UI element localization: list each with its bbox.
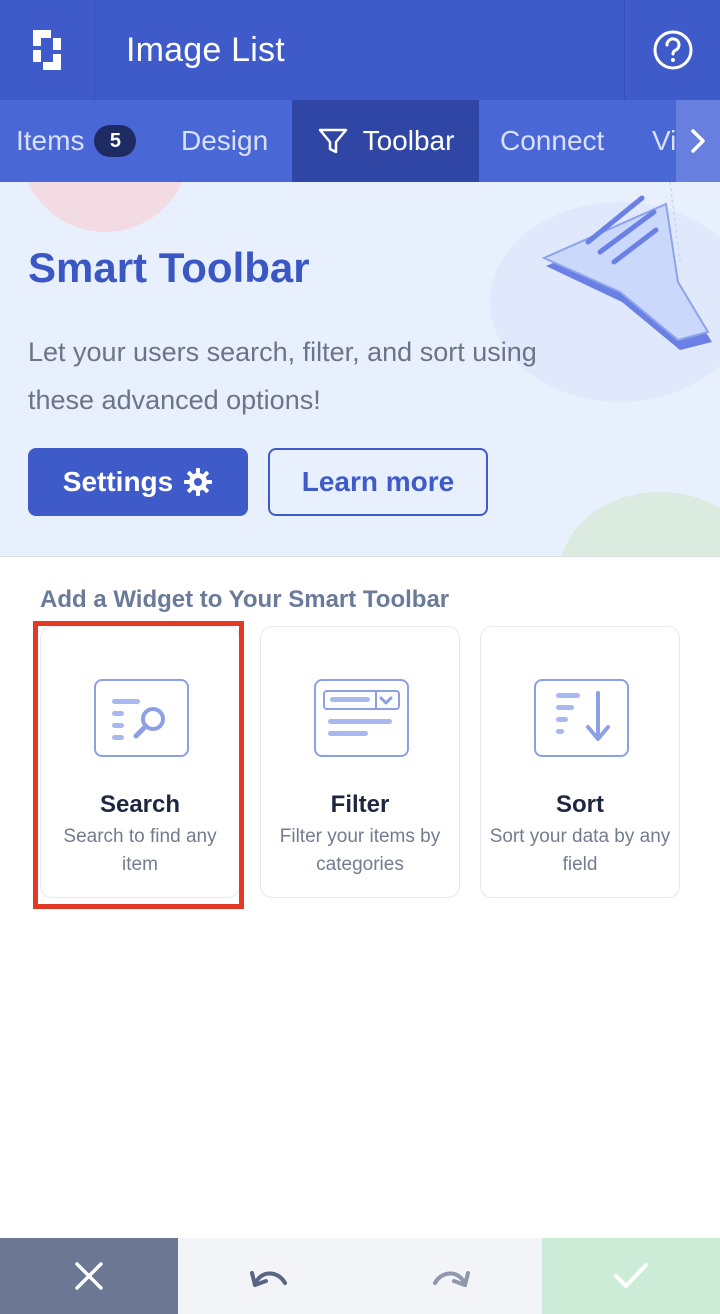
tab-label: Vi [652,125,677,156]
undo-button[interactable] [178,1238,360,1314]
confirm-button[interactable] [542,1238,720,1314]
undo-icon [250,1271,287,1287]
tab-design[interactable]: Design [181,100,268,182]
close-icon [75,1262,103,1290]
tab-label: Items [16,125,85,156]
widgets-section-title: Add a Widget to Your Smart Toolbar [40,586,450,613]
hero-banner: Smart Toolbar Let your users search, fil… [0,182,720,557]
tab-label: Connect [500,125,605,156]
redo-icon [433,1271,470,1287]
tab-items[interactable]: Items 5 [16,100,137,182]
close-button[interactable] [0,1238,178,1314]
tab-bar: Items 5 Design Toolbar Connect Vi [0,100,720,182]
settings-button[interactable]: Settings [28,448,248,516]
filter-icon [318,128,347,154]
page-title: Image List [126,30,285,69]
help-circle-icon [653,30,692,70]
widget-card-sort[interactable]: Sort Sort your data by any field [480,626,680,898]
tab-label: Toolbar [362,125,455,156]
widget-card-filter[interactable]: Filter Filter your items by categories [260,626,460,898]
items-count-badge: 5 [94,125,137,157]
widget-description: Sort your data by any field [489,826,671,875]
tabs-scroll-right-button[interactable] [676,100,720,182]
filter-illustration-icon [541,182,712,350]
bottom-action-bar [0,1238,720,1314]
tab-toolbar[interactable]: Toolbar [292,100,479,182]
sort-widget-icon [534,679,629,757]
tab-connect[interactable]: Connect [500,100,604,182]
chevron-right-icon [691,129,705,153]
tab-view[interactable]: Vi [652,100,676,182]
logo-icon [0,0,95,100]
app-header: Image List [0,0,720,100]
decor-blob [20,182,190,232]
history-controls [178,1238,542,1314]
widget-title: Filter [330,791,390,818]
tab-label: Design [181,125,269,156]
learn-more-button[interactable]: Learn more [268,448,488,516]
check-icon [614,1263,648,1288]
widget-title: Sort [556,791,604,818]
widget-title: Search [99,791,181,818]
hero-description: Let your users search, filter, and sort … [28,337,537,415]
widget-description: Search to find any item [63,826,217,875]
redo-button[interactable] [360,1238,542,1314]
widget-description: Filter your items by categories [279,826,441,875]
help-button[interactable] [624,0,720,100]
filter-widget-icon [314,679,409,757]
hero-title: Smart Toolbar [28,244,310,291]
decor-blob [560,492,720,556]
settings-button-label: Settings [62,466,174,497]
gear-icon [184,468,213,496]
widget-card-search[interactable]: Search Search to find any item [40,626,240,898]
search-widget-icon [94,679,189,757]
